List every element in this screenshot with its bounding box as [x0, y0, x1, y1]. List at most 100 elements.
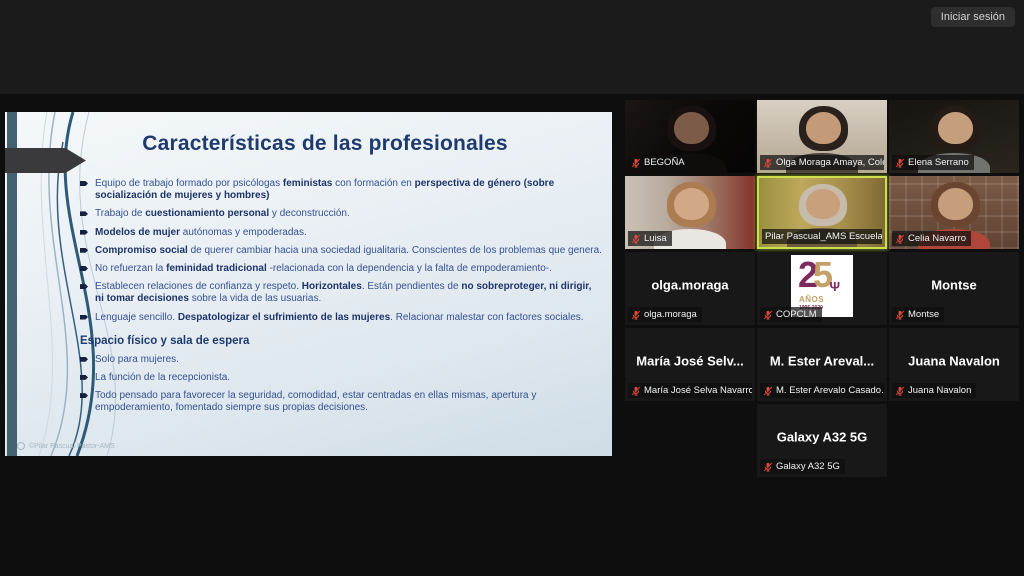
slide-bullet: La función de la recepcionista.	[80, 372, 602, 384]
slide-bullet: Compromiso social de querer cambiar haci…	[80, 245, 602, 257]
participant-name-label: Elena Serrano	[892, 155, 974, 170]
slide-bullet: Establecen relaciones de confianza y res…	[80, 281, 602, 305]
top-bar: Iniciar sesión	[0, 0, 1024, 94]
shared-slide: Características de las profesionales Equ…	[5, 112, 612, 456]
participant-tile-celia-navarro[interactable]: Celia Navarro	[889, 176, 1019, 249]
muted-mic-icon	[895, 310, 905, 320]
participant-name-label: Pilar Pascual_AMS Escuela ESEN	[762, 229, 882, 244]
slide-bullet: Equipo de trabajo formado por psicólogas…	[80, 178, 602, 202]
meeting-window: Iniciar sesión Características de las pr…	[0, 0, 1024, 576]
participant-tile-m-ester-arevalo[interactable]: M. Ester Areval... M. Ester Arevalo Casad…	[757, 328, 887, 401]
slide-bullet: Modelos de mujer autónomas y empoderadas…	[80, 227, 602, 239]
participant-label-text: COPCLM	[776, 309, 817, 320]
muted-mic-icon	[895, 234, 905, 244]
muted-mic-icon	[631, 310, 641, 320]
participant-tile-maria-jose-selva[interactable]: María José Selv... María José Selva Navar…	[625, 328, 755, 401]
signin-button[interactable]: Iniciar sesión	[931, 7, 1015, 27]
participant-center-name: Montse	[893, 277, 1015, 292]
participant-label-text: Pilar Pascual_AMS Escuela ESEN	[765, 231, 882, 242]
muted-mic-icon	[763, 462, 773, 472]
psi-icon: Ψ	[829, 279, 840, 294]
participant-name-label: Montse	[892, 307, 944, 322]
avatar	[938, 112, 973, 144]
slide-bullet-list-main: Equipo de trabajo formado por psicólogas…	[80, 178, 602, 324]
participant-tile-olga-moraga-amaya[interactable]: Olga Moraga Amaya, Colegi...	[757, 100, 887, 173]
avatar	[674, 112, 709, 144]
participant-tile-juana-navalon[interactable]: Juana NavalonJuana Navalon	[889, 328, 1019, 401]
bullet-marker-icon	[80, 393, 88, 398]
bullet-text: La función de la recepcionista.	[95, 372, 230, 384]
participant-label-text: M. Ester Arevalo Casado. AN...	[776, 385, 884, 396]
participant-label-text: Elena Serrano	[908, 157, 969, 168]
slide-bullet: No refuerzan la feminidad tradicional -r…	[80, 263, 602, 275]
slide-watermark: ©Pilar Pascual Pastor-AMS	[17, 442, 115, 450]
participant-center-name: olga.moraga	[629, 277, 751, 292]
participant-label-text: María José Selva Navarro	[644, 385, 752, 396]
participant-center-name: M. Ester Areval...	[761, 353, 883, 368]
participant-label-text: Montse	[908, 309, 939, 320]
bullet-text: Modelos de mujer autónomas y empoderadas…	[95, 227, 307, 239]
bullet-text: No refuerzan la feminidad tradicional -r…	[95, 263, 552, 275]
participant-label-text: olga.moraga	[644, 309, 697, 320]
participant-label-text: BEGOÑA	[644, 157, 685, 168]
participant-name-label: Juana Navalon	[892, 383, 976, 398]
participant-tile-elena-serrano[interactable]: Elena Serrano	[889, 100, 1019, 173]
slide-bullet: Todo pensado para favorecer la seguridad…	[80, 390, 602, 414]
participant-tile-luisa[interactable]: Luisa	[625, 176, 755, 249]
participant-name-label: COPCLM	[760, 307, 822, 322]
participant-name-label: Celia Navarro	[892, 231, 971, 246]
bullet-marker-icon	[80, 284, 88, 289]
avatar	[806, 112, 841, 144]
bullet-text: Compromiso social de querer cambiar haci…	[95, 245, 602, 257]
bullet-text: Trabajo de cuestionamiento personal y de…	[95, 208, 350, 220]
avatar	[674, 188, 709, 220]
slide-bullet: Trabajo de cuestionamiento personal y de…	[80, 208, 602, 220]
participant-name-label: M. Ester Arevalo Casado. AN...	[760, 383, 884, 398]
participant-label-text: Luisa	[644, 233, 667, 244]
participant-tile-copclm[interactable]: 25ΨAÑOS1995-2020COPCLM	[757, 252, 887, 325]
logo-anos-text: AÑOS	[799, 295, 824, 304]
avatar	[938, 188, 973, 220]
slide-bullet-list-sub: Solo para mujeres. La función de la recep…	[80, 354, 602, 415]
participant-name-label: olga.moraga	[628, 307, 702, 322]
bullet-marker-icon	[80, 315, 88, 320]
slide-arrow-shape	[5, 148, 86, 173]
avatar	[806, 189, 840, 219]
bullet-text: Equipo de trabajo formado por psicólogas…	[95, 178, 602, 202]
bullet-marker-icon	[80, 266, 88, 271]
participant-tile-begona[interactable]: BEGOÑA	[625, 100, 755, 173]
muted-mic-icon	[763, 310, 773, 320]
slide-title: Características de las profesionales	[75, 132, 575, 156]
logo-digits: 25	[798, 257, 833, 293]
muted-mic-icon	[895, 386, 905, 396]
participant-label-text: Olga Moraga Amaya, Colegi...	[776, 157, 884, 168]
participant-tile-olga-moraga-user[interactable]: olga.moraga olga.moraga	[625, 252, 755, 325]
slide-subheading: Espacio físico y sala de espera	[80, 335, 602, 347]
participant-tile-pilar-pascual[interactable]: Pilar Pascual_AMS Escuela ESEN	[757, 176, 887, 249]
participant-name-label: Galaxy A32 5G	[760, 459, 845, 474]
slide-bullet: Solo para mujeres.	[80, 354, 602, 366]
bullet-text: Lenguaje sencillo. Despatologizar el suf…	[95, 312, 584, 324]
bullet-marker-icon	[80, 230, 88, 235]
bullet-marker-icon	[80, 181, 88, 186]
participant-center-name: María José Selv...	[629, 353, 751, 368]
participant-tile-montse[interactable]: Montse Montse	[889, 252, 1019, 325]
participant-label-text: Juana Navalon	[908, 385, 971, 396]
bullet-marker-icon	[80, 357, 88, 362]
muted-mic-icon	[631, 386, 641, 396]
bullet-marker-icon	[80, 375, 88, 380]
participant-name-label: Luisa	[628, 231, 672, 246]
participant-name-label: Olga Moraga Amaya, Colegi...	[760, 155, 884, 170]
watermark-circle-icon	[17, 442, 25, 450]
participant-tile-galaxy-a32[interactable]: Galaxy A32 5GGalaxy A32 5G	[757, 404, 887, 477]
bullet-text: Solo para mujeres.	[95, 354, 179, 366]
bullet-marker-icon	[80, 248, 88, 253]
participant-label-text: Celia Navarro	[908, 233, 966, 244]
muted-mic-icon	[631, 158, 641, 168]
bullet-marker-icon	[80, 211, 88, 216]
participant-name-label: María José Selva Navarro	[628, 383, 752, 398]
slide-bullet: Lenguaje sencillo. Despatologizar el suf…	[80, 312, 602, 324]
participant-label-text: Galaxy A32 5G	[776, 461, 840, 472]
slide-body: Equipo de trabajo formado por psicólogas…	[80, 178, 602, 420]
muted-mic-icon	[763, 386, 773, 396]
